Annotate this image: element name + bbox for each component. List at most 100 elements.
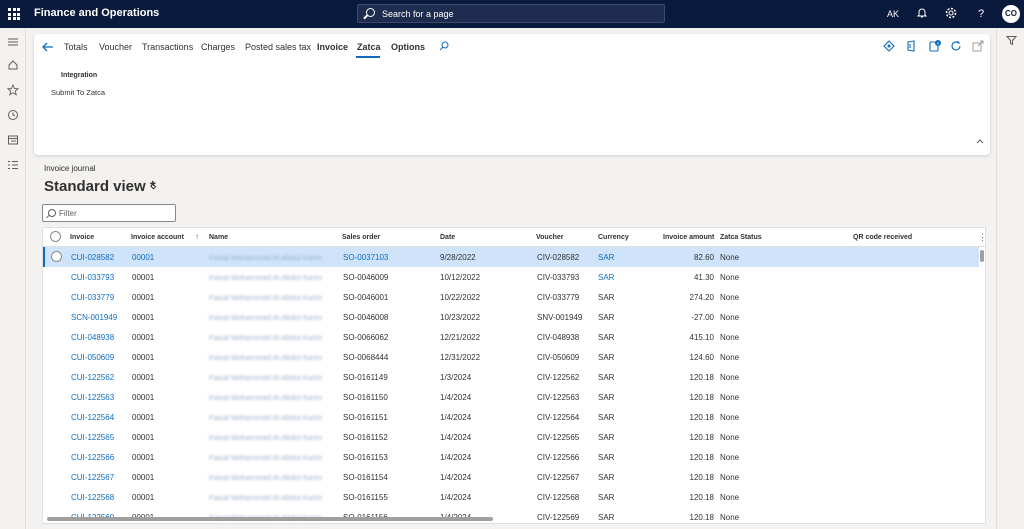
sales-order[interactable]: SO-0066062: [343, 333, 388, 342]
invoice-account[interactable]: 00001: [132, 473, 154, 482]
app-launcher-icon[interactable]: [8, 8, 20, 20]
office-icon[interactable]: [905, 40, 917, 52]
sales-order[interactable]: SO-0068444: [343, 353, 388, 362]
search-box[interactable]: Search for a page: [357, 4, 665, 23]
column-header-currency[interactable]: Currency: [598, 234, 629, 241]
tab-options[interactable]: Options: [391, 42, 425, 52]
invoice-link[interactable]: CUI-122562: [71, 373, 114, 382]
table-row[interactable]: CUI-122566 00001 Faisal Mohammad Al-Abdul …: [43, 447, 979, 467]
sales-order[interactable]: SO-0161150: [343, 393, 388, 402]
bell-icon[interactable]: [915, 7, 929, 21]
chevron-up-icon[interactable]: [975, 136, 985, 146]
sales-order[interactable]: SO-0161151: [343, 413, 388, 422]
vertical-scrollbar[interactable]: [979, 247, 985, 517]
column-header-invoice-account[interactable]: Invoice account: [131, 234, 184, 241]
star-icon[interactable]: [7, 84, 19, 96]
column-header-qr-code-received[interactable]: QR code received: [853, 234, 912, 241]
table-row[interactable]: CUI-122564 00001 Faisal Mohammad Al-Abdul …: [43, 407, 979, 427]
sales-order[interactable]: SO-0161154: [343, 473, 388, 482]
invoice-account[interactable]: 00001: [132, 353, 154, 362]
invoice-link[interactable]: CUI-048938: [71, 333, 114, 342]
attachment-icon[interactable]: 0: [929, 40, 941, 52]
invoice-account[interactable]: 00001: [132, 393, 154, 402]
sales-order[interactable]: SO-0046001: [343, 293, 388, 302]
column-header-sales-order[interactable]: Sales order: [342, 234, 380, 241]
invoice-account[interactable]: 00001: [132, 493, 154, 502]
clock-icon[interactable]: [7, 109, 19, 121]
invoice-account[interactable]: 00001: [132, 253, 154, 262]
tab-transactions[interactable]: Transactions: [142, 42, 193, 52]
back-arrow-icon[interactable]: [41, 40, 55, 54]
sales-order[interactable]: SO-0161155: [343, 493, 388, 502]
open-in-new-icon[interactable]: [972, 40, 984, 52]
invoice-account[interactable]: 00001: [132, 453, 154, 462]
search-icon[interactable]: [439, 41, 449, 51]
tab-posted-sales-tax[interactable]: Posted sales tax: [245, 42, 311, 52]
column-header-zatca-status[interactable]: Zatca Status: [720, 234, 762, 241]
sales-order[interactable]: SO-0161149: [343, 373, 388, 382]
table-row[interactable]: CUI-122563 00001 Faisal Mohammad Al-Abdul …: [43, 387, 979, 407]
company-initials[interactable]: AK: [887, 9, 899, 19]
avatar[interactable]: CO: [1002, 5, 1020, 23]
link-icon[interactable]: [883, 40, 895, 52]
chevron-down-icon[interactable]: [149, 183, 158, 192]
table-row[interactable]: CUI-122568 00001 Faisal Mohammad Al-Abdul …: [43, 487, 979, 507]
table-row[interactable]: CUI-048938 00001 Faisal Mohammad Al-Abdul …: [43, 327, 979, 347]
table-row[interactable]: CUI-050609 00001 Faisal Mohammad Al-Abdul …: [43, 347, 979, 367]
invoice-link[interactable]: CUI-122565: [71, 433, 114, 442]
column-header-voucher[interactable]: Voucher: [536, 234, 564, 241]
invoice-account[interactable]: 00001: [132, 333, 154, 342]
invoice-link[interactable]: CUI-122564: [71, 413, 114, 422]
help-icon[interactable]: ?: [974, 7, 988, 21]
tab-invoice[interactable]: Invoice: [317, 42, 348, 52]
sales-order[interactable]: SO-0161152: [343, 433, 388, 442]
tab-zatca[interactable]: Zatca: [357, 42, 381, 52]
home-icon[interactable]: [7, 59, 19, 71]
workspace-icon[interactable]: [7, 134, 19, 146]
hamburger-icon[interactable]: [7, 36, 19, 48]
invoice-account[interactable]: 00001: [132, 373, 154, 382]
invoice-link[interactable]: CUI-033779: [71, 293, 114, 302]
invoice-link[interactable]: CUI-033793: [71, 273, 114, 282]
invoice-link[interactable]: CUI-050609: [71, 353, 114, 362]
submit-to-zatca-button[interactable]: Submit To Zatca: [51, 88, 105, 97]
invoice-link[interactable]: CUI-122567: [71, 473, 114, 482]
row-select-radio[interactable]: [51, 251, 62, 262]
modules-list-icon[interactable]: [7, 159, 19, 171]
filter-funnel-icon[interactable]: [1006, 35, 1017, 46]
view-selector[interactable]: Standard view *: [44, 178, 156, 195]
column-header-invoice-amount[interactable]: Invoice amount: [663, 234, 714, 241]
column-header-invoice[interactable]: Invoice: [70, 234, 94, 241]
invoice-account[interactable]: 00001: [132, 413, 154, 422]
table-row[interactable]: CUI-122567 00001 Faisal Mohammad Al-Abdul …: [43, 467, 979, 487]
invoice-link[interactable]: CUI-122568: [71, 493, 114, 502]
tab-voucher[interactable]: Voucher: [99, 42, 132, 52]
table-row[interactable]: SCN-001949 00001 Faisal Mohammad Al-Abdul …: [43, 307, 979, 327]
sales-order[interactable]: SO-0046008: [343, 313, 388, 322]
horizontal-scrollbar[interactable]: [43, 515, 979, 523]
invoice-account[interactable]: 00001: [132, 273, 154, 282]
sales-order[interactable]: SO-0037103: [343, 253, 388, 262]
invoice-account[interactable]: 00001: [132, 313, 154, 322]
invoice-link[interactable]: SCN-001949: [71, 313, 117, 322]
column-header-name[interactable]: Name: [209, 234, 228, 241]
refresh-icon[interactable]: [950, 40, 962, 52]
invoice-link[interactable]: CUI-122563: [71, 393, 114, 402]
table-row[interactable]: CUI-033779 00001 Faisal Mohammad Al-Abdul …: [43, 287, 979, 307]
filter-input[interactable]: Filter: [42, 204, 176, 222]
sales-order[interactable]: SO-0161153: [343, 453, 388, 462]
more-options-icon[interactable]: ⋮: [978, 232, 985, 243]
invoice-account[interactable]: 00001: [132, 433, 154, 442]
table-row[interactable]: CUI-122565 00001 Faisal Mohammad Al-Abdul …: [43, 427, 979, 447]
column-header-date[interactable]: Date: [440, 234, 455, 241]
sales-order[interactable]: SO-0046009: [343, 273, 388, 282]
table-row[interactable]: CUI-122562 00001 Faisal Mohammad Al-Abdul …: [43, 367, 979, 387]
invoice-link[interactable]: CUI-028582: [71, 253, 114, 262]
table-row[interactable]: CUI-033793 00001 Faisal Mohammad Al-Abdul …: [43, 267, 979, 287]
table-row[interactable]: CUI-028582 00001 Faisal Mohammad Al-Abdul …: [43, 247, 979, 267]
tab-totals[interactable]: Totals: [64, 42, 88, 52]
invoice-account[interactable]: 00001: [132, 293, 154, 302]
gear-icon[interactable]: [944, 7, 958, 21]
app-title[interactable]: Finance and Operations: [34, 7, 159, 19]
invoice-link[interactable]: CUI-122566: [71, 453, 114, 462]
